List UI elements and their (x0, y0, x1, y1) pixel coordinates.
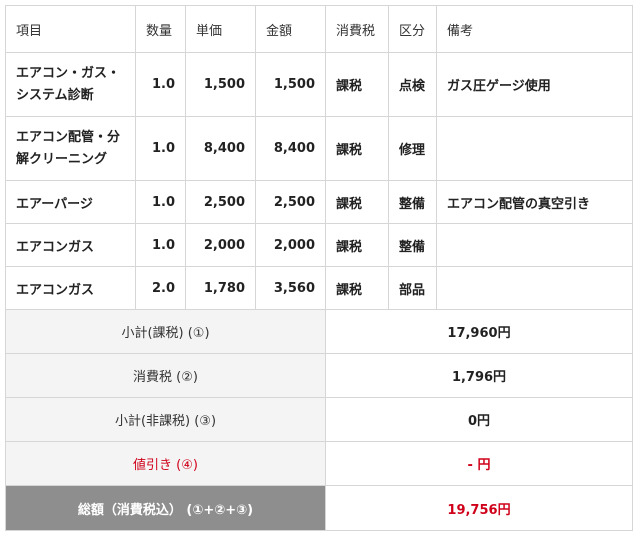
summary-row-consumption-tax: 消費税 (②) 1,796円 (5, 353, 633, 398)
item-tax: 課税 (325, 180, 389, 224)
item-note: ガス圧ゲージ使用 (436, 52, 633, 117)
table-row: エアコン・ガス・ システム診断 1.0 1,500 1,500 課税 点検 ガス圧… (5, 52, 633, 117)
item-tax: 課税 (325, 52, 389, 117)
item-category: 整備 (388, 180, 437, 224)
item-tax: 課税 (325, 266, 389, 310)
item-category: 点検 (388, 52, 437, 117)
estimate-table: 項目 数量 単価 金額 消費税 区分 備考 エアコン・ガス・ システム診断 1.0… (5, 5, 633, 531)
subtotal-taxable-value: 17,960円 (325, 309, 633, 354)
consumption-tax-value: 1,796円 (325, 353, 633, 398)
item-name: エアーパージ (5, 180, 136, 224)
item-qty: 2.0 (135, 266, 186, 310)
header-qty: 数量 (135, 5, 186, 53)
item-note: エアコン配管の真空引き (436, 180, 633, 224)
subtotal-nontaxable-label: 小計(非課税) (③) (5, 397, 326, 442)
consumption-tax-label: 消費税 (②) (5, 353, 326, 398)
item-unit-price: 8,400 (185, 116, 256, 181)
item-amount: 3,560 (255, 266, 326, 310)
item-qty: 1.0 (135, 116, 186, 181)
item-unit-price: 1,500 (185, 52, 256, 117)
item-category: 修理 (388, 116, 437, 181)
discount-label: 値引き (④) (5, 441, 326, 486)
summary-row-subtotal-nontaxable: 小計(非課税) (③) 0円 (5, 397, 633, 442)
item-amount: 8,400 (255, 116, 326, 181)
item-category: 部品 (388, 266, 437, 310)
summary-row-total: 総額（消費税込） (①+②+③) 19,756円 (5, 485, 633, 531)
item-note (436, 116, 633, 181)
item-qty: 1.0 (135, 180, 186, 224)
header-unit-price: 単価 (185, 5, 256, 53)
table-row: エアコン配管・分 解クリーニング 1.0 8,400 8,400 課税 修理 (5, 116, 633, 181)
header-note: 備考 (436, 5, 633, 53)
item-note (436, 266, 633, 310)
item-name: エアコン・ガス・ システム診断 (5, 52, 136, 117)
table-row: エアコンガス 2.0 1,780 3,560 課税 部品 (5, 266, 633, 310)
subtotal-nontaxable-value: 0円 (325, 397, 633, 442)
item-name: エアコン配管・分 解クリーニング (5, 116, 136, 181)
item-qty: 1.0 (135, 223, 186, 267)
header-tax: 消費税 (325, 5, 389, 53)
header-item: 項目 (5, 5, 136, 53)
summary-row-subtotal-taxable: 小計(課税) (①) 17,960円 (5, 309, 633, 354)
discount-value: - 円 (325, 441, 633, 486)
header-category: 区分 (388, 5, 437, 53)
table-row: エアーパージ 1.0 2,500 2,500 課税 整備 エアコン配管の真空引き (5, 180, 633, 224)
table-header-row: 項目 数量 単価 金額 消費税 区分 備考 (5, 5, 633, 53)
subtotal-taxable-label: 小計(課税) (①) (5, 309, 326, 354)
item-amount: 2,500 (255, 180, 326, 224)
item-unit-price: 1,780 (185, 266, 256, 310)
total-value: 19,756円 (325, 485, 633, 531)
summary-row-discount: 値引き (④) - 円 (5, 441, 633, 486)
item-tax: 課税 (325, 223, 389, 267)
item-unit-price: 2,000 (185, 223, 256, 267)
item-note (436, 223, 633, 267)
header-amount: 金額 (255, 5, 326, 53)
item-name: エアコンガス (5, 223, 136, 267)
item-unit-price: 2,500 (185, 180, 256, 224)
item-amount: 2,000 (255, 223, 326, 267)
item-name: エアコンガス (5, 266, 136, 310)
total-label: 総額（消費税込） (①+②+③) (5, 485, 326, 531)
item-qty: 1.0 (135, 52, 186, 117)
table-row: エアコンガス 1.0 2,000 2,000 課税 整備 (5, 223, 633, 267)
item-category: 整備 (388, 223, 437, 267)
item-amount: 1,500 (255, 52, 326, 117)
item-tax: 課税 (325, 116, 389, 181)
